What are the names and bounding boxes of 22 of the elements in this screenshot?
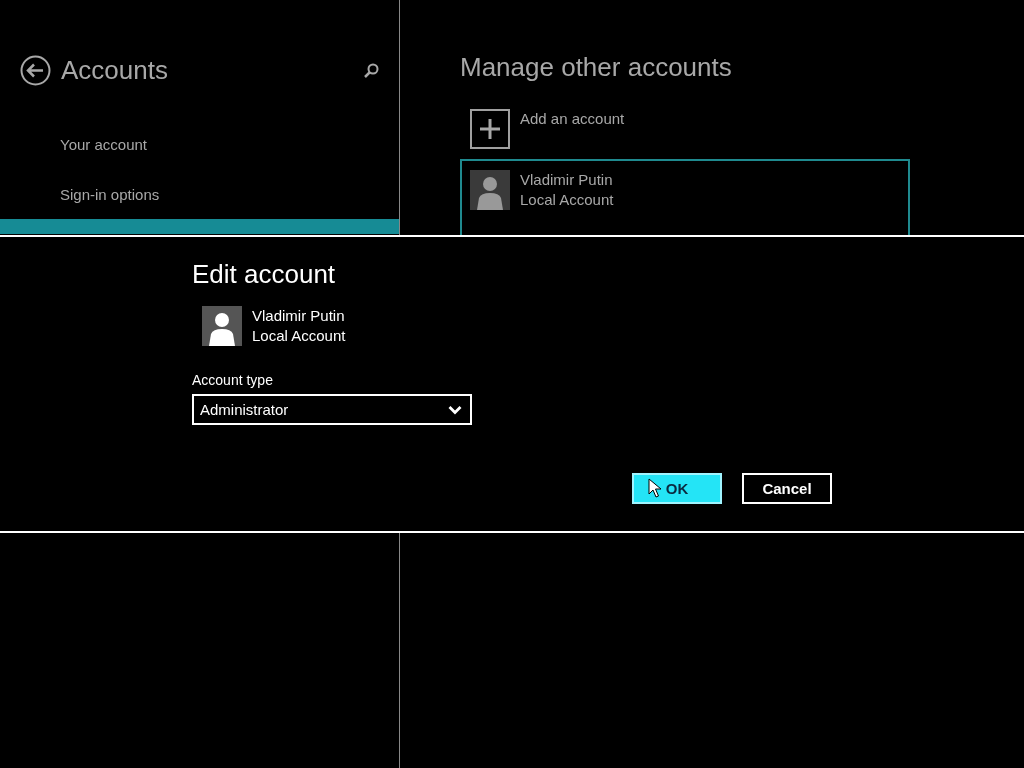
plus-icon — [479, 118, 501, 140]
back-icon[interactable] — [20, 55, 51, 86]
dialog-title: Edit account — [192, 259, 337, 290]
add-account-label[interactable]: Add an account — [520, 109, 625, 129]
add-button[interactable] — [470, 109, 510, 149]
account-name: Vladimir Putin — [252, 306, 346, 326]
search-icon[interactable] — [363, 62, 379, 79]
chevron-down-icon — [448, 404, 462, 415]
mouse-pointer-icon — [648, 478, 662, 498]
sidebar-item[interactable]: Sign-in options — [0, 169, 399, 219]
account-name: Vladimir Putin — [520, 170, 614, 190]
sidebar-item[interactable]: Your account — [0, 119, 399, 169]
account-type-dropdown[interactable]: Administrator — [192, 394, 472, 425]
field-label: Account type — [192, 372, 274, 388]
user-avatar-icon — [470, 170, 510, 210]
page-title: Accounts — [61, 55, 169, 86]
account-type: Local Account — [252, 326, 346, 346]
account-type: Local Account — [520, 190, 614, 210]
cancel-button[interactable]: Cancel — [742, 473, 832, 504]
user-avatar-icon — [202, 306, 242, 346]
section-title: Manage other accounts — [460, 52, 733, 83]
ok-button[interactable]: OK — [632, 473, 722, 504]
